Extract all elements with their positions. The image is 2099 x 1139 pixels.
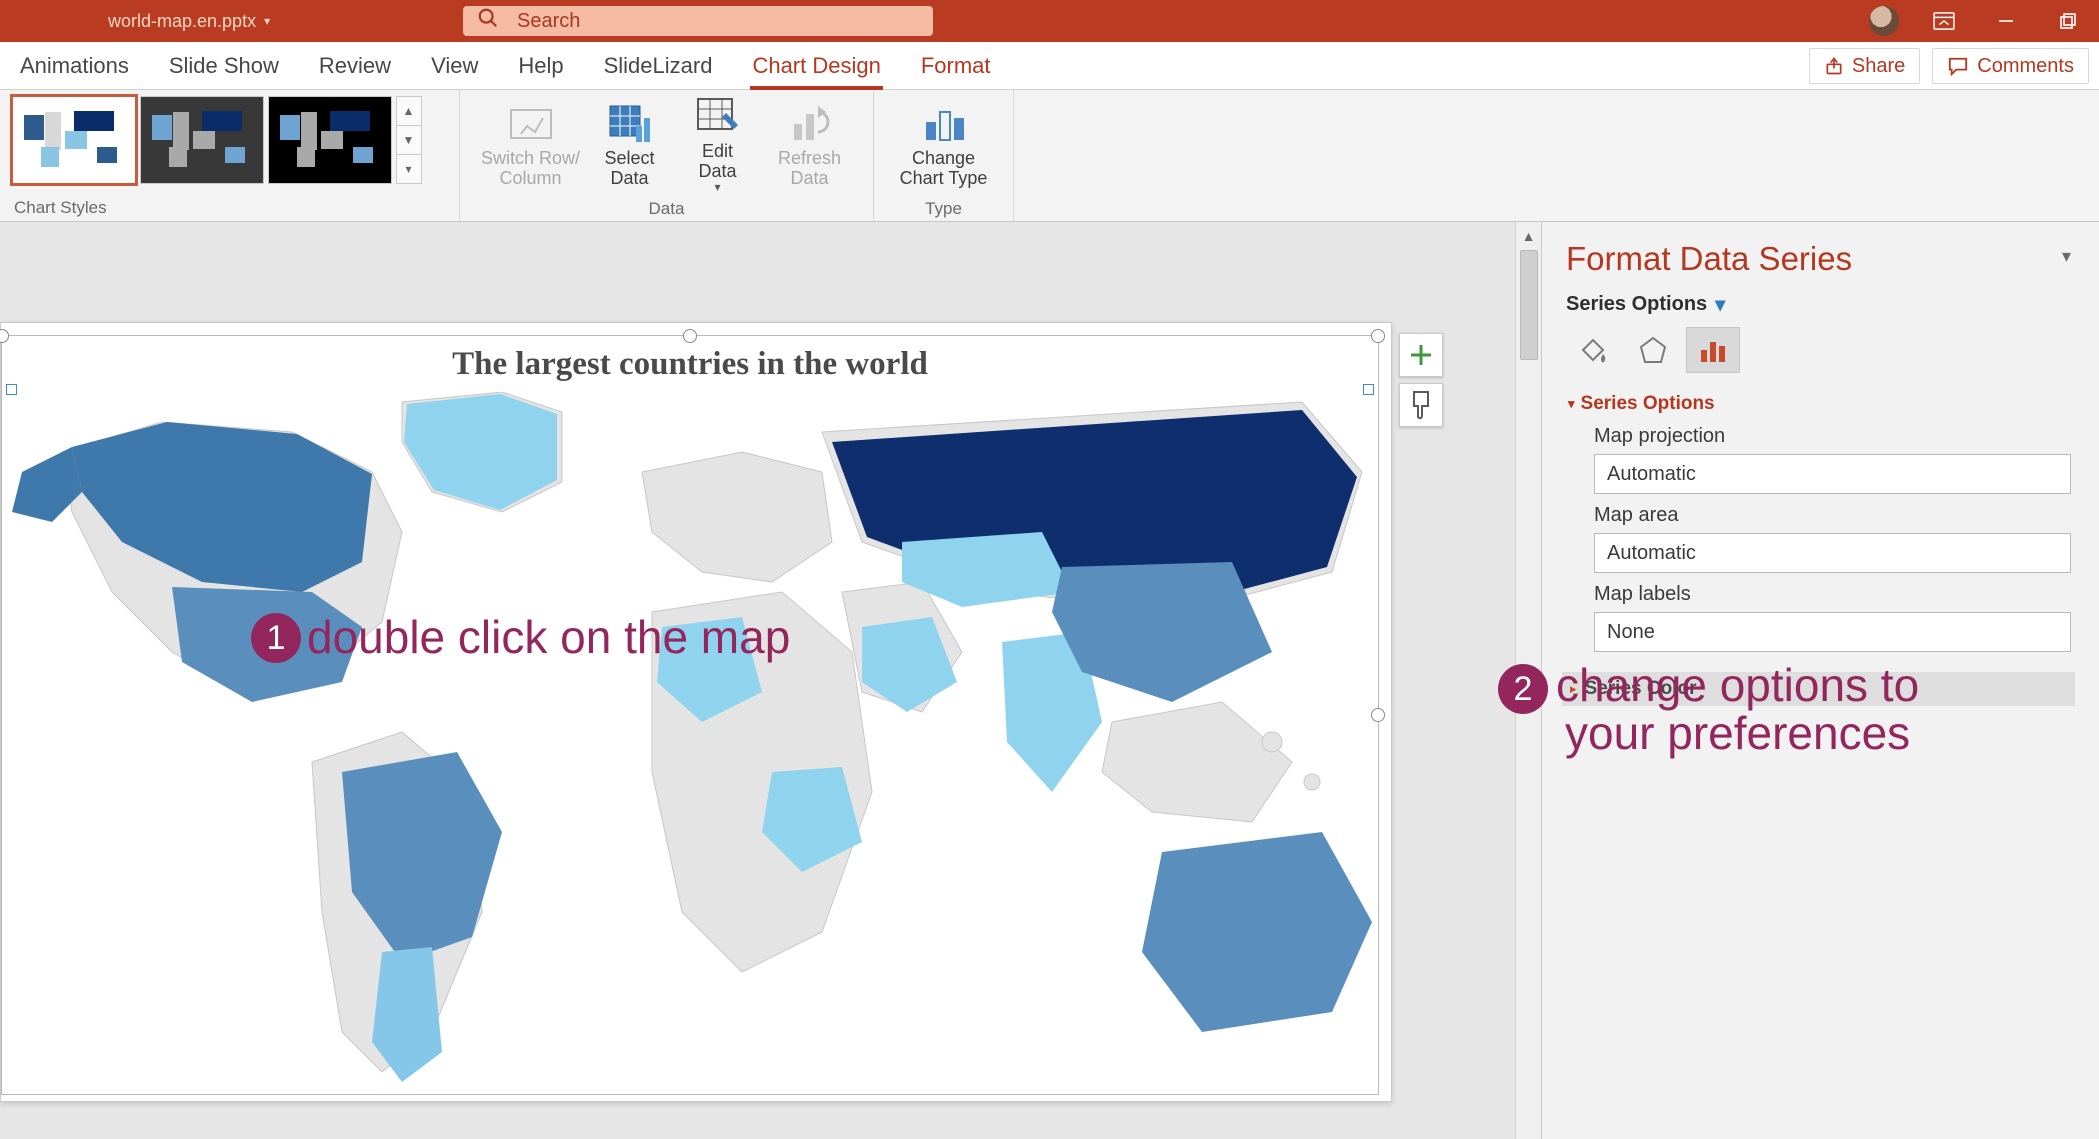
- selection-handle[interactable]: [1371, 329, 1385, 343]
- gallery-scroll[interactable]: ▲ ▼ ▾: [396, 96, 422, 184]
- titlebar: world-map.en.pptx ▾ Search: [0, 0, 2099, 42]
- switch-row-column-button: Switch Row/ Column: [481, 93, 581, 199]
- group-label-styles: Chart Styles: [14, 196, 107, 219]
- tab-slide-show[interactable]: Slide Show: [149, 42, 299, 90]
- map-projection-label: Map projection: [1594, 425, 2075, 448]
- world-map[interactable]: [2, 392, 1380, 1092]
- annotation-text: change options to your preferences: [1556, 662, 1919, 758]
- effects-tab[interactable]: [1626, 327, 1680, 373]
- tab-format[interactable]: Format: [901, 42, 1011, 90]
- workspace: The largest countries in the world: [0, 222, 2099, 1139]
- selection-handle[interactable]: [683, 329, 697, 343]
- group-type: Change Chart Type Type: [874, 90, 1014, 221]
- chart-elements-button[interactable]: [1399, 333, 1443, 377]
- slide[interactable]: The largest countries in the world: [0, 322, 1392, 1102]
- refresh-data-button: Refresh Data: [767, 93, 853, 199]
- selection-handle[interactable]: [0, 329, 9, 343]
- fill-tab[interactable]: [1566, 327, 1620, 373]
- ribbon-content: ▲ ▼ ▾ Chart Styles Switch Row/ Column Se…: [0, 90, 2099, 222]
- comments-button[interactable]: Comments: [1932, 48, 2089, 84]
- refresh-icon: [788, 104, 832, 144]
- country-australia: [1142, 832, 1372, 1032]
- user-avatar[interactable]: [1869, 6, 1899, 36]
- annotation-badge: 1: [251, 613, 301, 663]
- map-area-label: Map area: [1594, 504, 2075, 527]
- map-projection-select[interactable]: Automatic: [1594, 454, 2071, 494]
- plot-selection-dot[interactable]: [1363, 384, 1374, 395]
- tab-review[interactable]: Review: [299, 42, 411, 90]
- share-button[interactable]: Share: [1809, 48, 1920, 84]
- paint-bucket-icon: [1577, 334, 1609, 366]
- tab-chart-design[interactable]: Chart Design: [732, 42, 900, 90]
- annotation-1: 1 double click on the map: [251, 613, 790, 663]
- map-area-select[interactable]: Automatic: [1594, 533, 2071, 573]
- annotation-2: 2 change options to your preferences: [1498, 662, 1919, 758]
- selection-handle[interactable]: [1371, 708, 1385, 722]
- map-labels-label: Map labels: [1594, 583, 2075, 606]
- maximize-button[interactable]: [2037, 0, 2099, 42]
- select-data-button[interactable]: Select Data: [591, 93, 669, 199]
- series-options-dropdown[interactable]: Series Options ▾: [1566, 292, 2075, 317]
- window-controls: [1869, 0, 2099, 42]
- annotation-text: double click on the map: [307, 614, 790, 662]
- series-tab[interactable]: [1686, 327, 1740, 373]
- search-placeholder: Search: [517, 10, 580, 33]
- ribbon-mode-button[interactable]: [1913, 0, 1975, 42]
- gallery-up-icon[interactable]: ▲: [397, 97, 421, 126]
- tab-view[interactable]: View: [411, 42, 498, 90]
- ribbon-tabs: Animations Slide Show Review View Help S…: [0, 42, 2099, 90]
- select-data-icon: [608, 104, 652, 144]
- chart-title[interactable]: The largest countries in the world: [2, 346, 1378, 383]
- share-icon: [1824, 56, 1844, 76]
- tab-slidelizard[interactable]: SlideLizard: [584, 42, 733, 90]
- style-thumb-2[interactable]: [140, 96, 264, 184]
- slide-canvas[interactable]: The largest countries in the world: [0, 222, 1515, 1139]
- style-thumb-1[interactable]: [12, 96, 136, 184]
- format-data-series-panel: Format Data Series ▾ Series Options ▾ ▾ …: [1541, 222, 2099, 1139]
- bar-chart-icon: [1697, 334, 1729, 366]
- tab-help[interactable]: Help: [498, 42, 583, 90]
- change-chart-type-button[interactable]: Change Chart Type: [886, 93, 1002, 199]
- switch-icon: [509, 104, 553, 144]
- filename-text: world-map.en.pptx: [108, 11, 256, 32]
- filename-dropdown[interactable]: world-map.en.pptx ▾: [108, 11, 270, 32]
- tab-animations[interactable]: Animations: [0, 42, 149, 90]
- format-category-tabs: [1566, 327, 2075, 373]
- plot-selection-dot[interactable]: [6, 384, 17, 395]
- style-thumb-3[interactable]: [268, 96, 392, 184]
- edit-data-button[interactable]: Edit Data ▾: [679, 93, 757, 199]
- panel-title: Format Data Series: [1566, 240, 2075, 278]
- comment-icon: [1947, 56, 1969, 76]
- style-gallery: ▲ ▼ ▾: [12, 96, 448, 196]
- group-data: Switch Row/ Column Select Data Edit Data…: [460, 90, 874, 221]
- chevron-down-icon: ▾: [1715, 292, 1725, 317]
- panel-options-button[interactable]: ▾: [2062, 246, 2071, 267]
- annotation-badge: 2: [1498, 664, 1548, 714]
- plus-icon: [1408, 342, 1434, 368]
- group-chart-styles: ▲ ▼ ▾ Chart Styles: [0, 90, 460, 221]
- group-label-type: Type: [925, 199, 962, 219]
- chart-object[interactable]: The largest countries in the world: [1, 335, 1379, 1095]
- scroll-up-icon[interactable]: ▲: [1522, 228, 1536, 244]
- series-options-section[interactable]: ▾ Series Options: [1568, 393, 2075, 415]
- edit-data-icon: [696, 97, 740, 137]
- chevron-down-icon: ▾: [714, 181, 720, 194]
- search-icon: [477, 7, 499, 35]
- brush-icon: [1408, 390, 1434, 420]
- minimize-button[interactable]: [1975, 0, 2037, 42]
- chevron-down-icon: ▾: [264, 14, 270, 28]
- chart-type-icon: [922, 104, 966, 144]
- triangle-down-icon: ▾: [1568, 396, 1575, 412]
- gallery-down-icon[interactable]: ▼: [397, 126, 421, 155]
- group-label-data: Data: [649, 199, 685, 219]
- scrollbar-thumb[interactable]: [1520, 250, 1538, 360]
- pentagon-icon: [1637, 334, 1669, 366]
- map-labels-select[interactable]: None: [1594, 612, 2071, 652]
- right-actions: Share Comments: [1809, 48, 2089, 84]
- chart-styles-button[interactable]: [1399, 383, 1443, 427]
- search-box[interactable]: Search: [463, 6, 933, 36]
- gallery-more-icon[interactable]: ▾: [397, 155, 421, 183]
